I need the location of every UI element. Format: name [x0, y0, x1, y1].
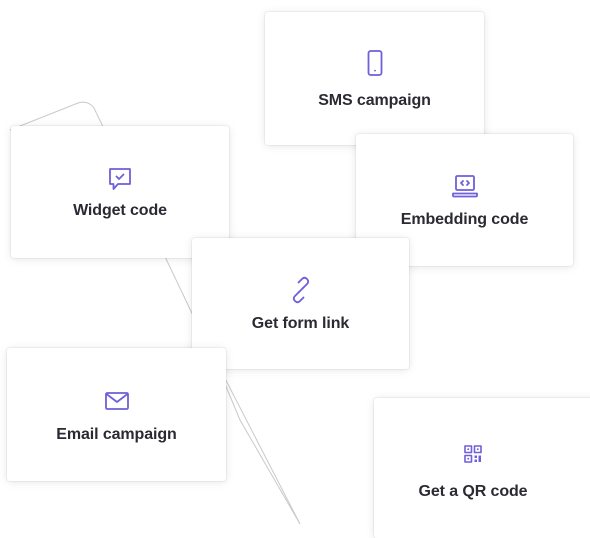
widget-code-label: Widget code	[73, 202, 167, 219]
email-campaign-card[interactable]: Email campaign	[7, 348, 226, 481]
laptop-code-icon	[450, 171, 480, 201]
envelope-icon	[102, 386, 132, 416]
link-icon	[286, 275, 316, 305]
get-form-link-label: Get form link	[251, 314, 350, 332]
email-campaign-label: Email campaign	[56, 425, 177, 443]
chat-checkmark-icon	[105, 164, 135, 194]
mobile-phone-icon	[360, 48, 390, 78]
sms-campaign-label: SMS campaign	[318, 91, 431, 109]
embedding-code-label: Embedding code	[400, 211, 529, 228]
sms-campaign-card[interactable]: SMS campaign	[265, 12, 484, 145]
get-qr-code-label: Get a QR code	[418, 483, 528, 500]
get-qr-code-card[interactable]: Get a QR code	[374, 398, 590, 538]
qr-code-icon	[458, 439, 488, 469]
